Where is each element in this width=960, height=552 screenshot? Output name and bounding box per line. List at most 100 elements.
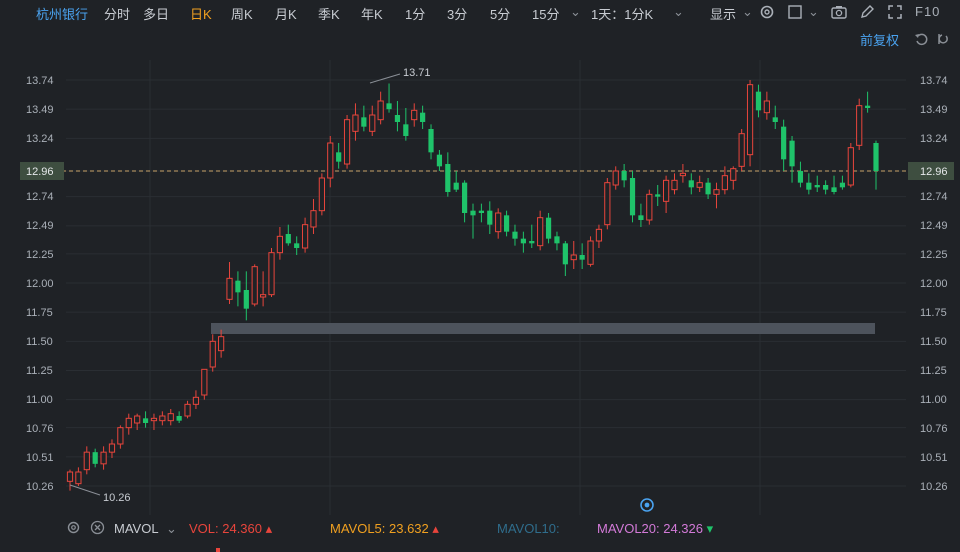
candle-up[interactable] (327, 142, 334, 179)
candle-down[interactable] (529, 241, 535, 244)
candle-down[interactable] (873, 143, 879, 171)
candle-up[interactable] (343, 119, 351, 165)
candle-down[interactable] (554, 236, 560, 244)
candle-up[interactable] (746, 84, 754, 156)
chevron-down-icon[interactable]: ⌄ (166, 521, 177, 537)
candle-down[interactable] (797, 171, 804, 183)
candle-down[interactable] (453, 182, 459, 190)
candle-down[interactable] (92, 452, 98, 464)
candle-up[interactable] (738, 133, 745, 167)
candle-down[interactable] (638, 215, 644, 220)
candle-up[interactable] (646, 193, 653, 221)
candle-down[interactable] (562, 243, 568, 265)
candle-up[interactable] (83, 451, 90, 471)
candle-up[interactable] (201, 368, 208, 396)
candle-up[interactable] (66, 471, 74, 482)
candle-up[interactable] (192, 396, 200, 405)
candle-down[interactable] (655, 194, 661, 197)
candle-down[interactable] (420, 112, 426, 122)
candle-down[interactable] (470, 210, 476, 216)
candle-down[interactable] (520, 238, 526, 244)
candle-up[interactable] (318, 177, 325, 212)
candle-down[interactable] (478, 210, 484, 213)
candle-up[interactable] (763, 100, 770, 114)
candle-up[interactable] (595, 228, 603, 242)
settings-icon[interactable] (66, 520, 81, 535)
candle-down[interactable] (394, 115, 401, 122)
candle-down[interactable] (781, 126, 787, 160)
candle-up[interactable] (184, 403, 191, 417)
candle-up[interactable] (276, 235, 283, 254)
candle-up[interactable] (134, 415, 141, 424)
candle-down[interactable] (487, 210, 493, 225)
candle-up[interactable] (847, 147, 854, 186)
candle-up[interactable] (570, 254, 577, 261)
candle-down[interactable] (403, 124, 409, 136)
candle-up[interactable] (377, 100, 384, 121)
candle-down[interactable] (512, 231, 518, 239)
candle-down[interactable] (839, 182, 846, 188)
candle-down[interactable] (436, 154, 443, 167)
candle-up[interactable] (856, 105, 863, 146)
candle-down[interactable] (285, 234, 291, 244)
candle-up[interactable] (100, 451, 107, 465)
candle-down[interactable] (705, 182, 711, 195)
candle-up[interactable] (218, 336, 225, 352)
candle-up[interactable] (159, 415, 166, 422)
candle-up[interactable] (612, 170, 619, 186)
candle-down[interactable] (579, 255, 585, 260)
candle-up[interactable] (411, 109, 418, 121)
candlestick-chart[interactable]: 13.71 10.26 13.74 13.49 13.24 12.74 12.4… (0, 0, 960, 518)
candle-down[interactable] (545, 217, 552, 239)
candle-down[interactable] (789, 140, 795, 167)
candle-up[interactable] (167, 413, 174, 422)
candle-up[interactable] (679, 172, 686, 177)
candle-up[interactable] (150, 417, 158, 422)
candle-down[interactable] (629, 178, 636, 216)
candle-up[interactable] (251, 266, 258, 305)
candle-up[interactable] (108, 443, 116, 453)
candle-up[interactable] (696, 182, 703, 188)
candle-down[interactable] (831, 187, 837, 192)
candle-up[interactable] (495, 212, 502, 233)
candle-up[interactable] (268, 252, 275, 296)
candle-down[interactable] (336, 152, 342, 162)
candle-up[interactable] (226, 277, 233, 300)
candle-up[interactable] (301, 224, 309, 249)
candle-down[interactable] (772, 117, 778, 122)
candle-down[interactable] (806, 182, 812, 190)
candle-up[interactable] (369, 114, 376, 132)
candle-down[interactable] (428, 129, 434, 153)
candle-down[interactable] (176, 416, 182, 421)
candle-down[interactable] (823, 185, 829, 190)
candle-down[interactable] (445, 164, 451, 192)
candle-up[interactable] (260, 294, 267, 298)
candle-up[interactable] (125, 417, 132, 429)
candle-down[interactable] (865, 105, 871, 108)
candle-up[interactable] (604, 182, 611, 226)
candle-down[interactable] (142, 418, 149, 423)
candle-down[interactable] (235, 280, 241, 293)
candle-up[interactable] (117, 427, 124, 445)
candle-down[interactable] (503, 215, 510, 232)
candle-down[interactable] (243, 290, 249, 309)
candle-down[interactable] (386, 103, 392, 110)
candle-up[interactable] (663, 179, 670, 202)
candle-down[interactable] (814, 185, 820, 188)
candle-up[interactable] (75, 471, 82, 485)
candle-down[interactable] (688, 180, 694, 188)
candle-up[interactable] (730, 168, 737, 181)
candle-up[interactable] (537, 217, 544, 247)
candle-up[interactable] (209, 340, 216, 368)
candle-up[interactable] (587, 240, 594, 265)
candle-down[interactable] (462, 182, 468, 213)
candle-up[interactable] (671, 179, 678, 191)
candle-up[interactable] (310, 210, 317, 228)
close-icon[interactable] (90, 520, 105, 535)
indicator-name[interactable]: MAVOL (114, 521, 159, 536)
candle-up[interactable] (713, 189, 720, 195)
candle-down[interactable] (755, 91, 762, 111)
candle-up[interactable] (352, 114, 359, 132)
candle-up[interactable] (721, 175, 728, 191)
candle-down[interactable] (294, 243, 300, 248)
